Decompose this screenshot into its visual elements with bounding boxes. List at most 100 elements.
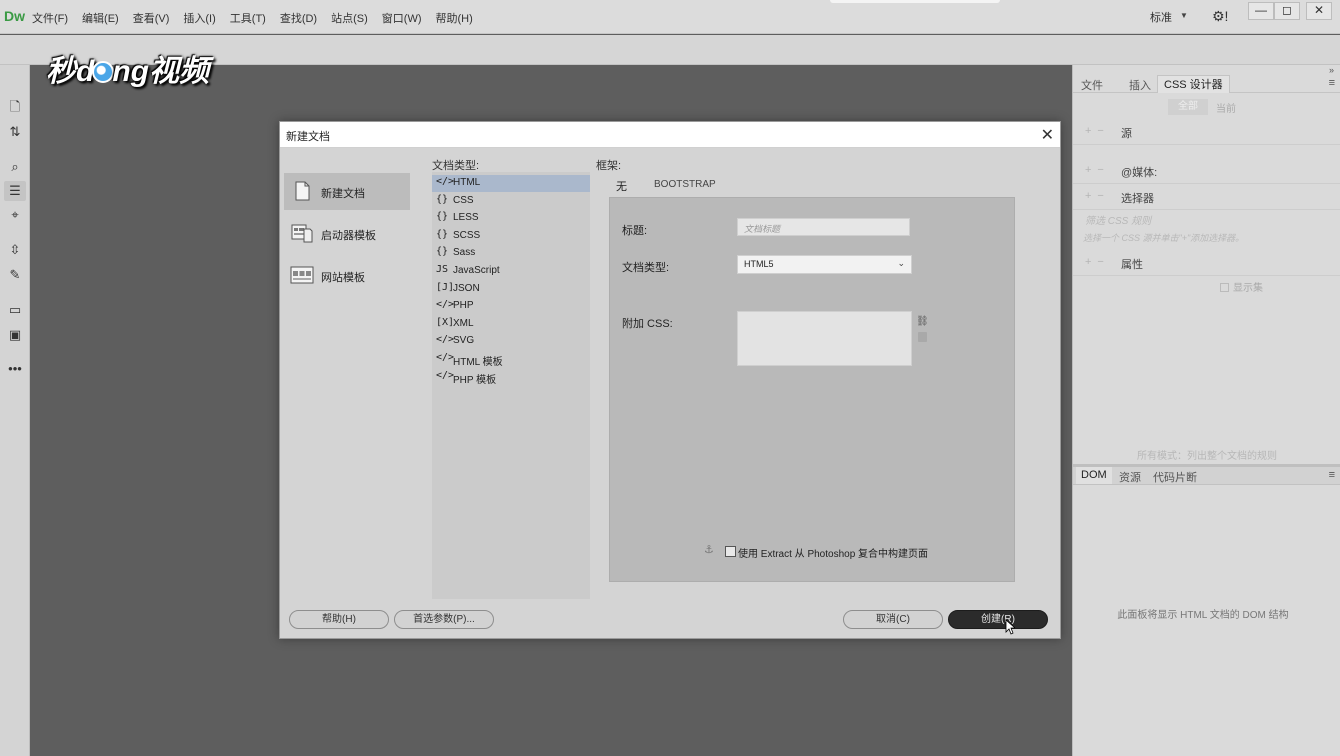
trash-icon[interactable]: [918, 332, 927, 342]
script-icon: JS: [436, 264, 449, 275]
css-mode-footer: 所有模式：列出整个文档的规则: [1137, 451, 1277, 462]
menu-site[interactable]: 站点(S): [331, 10, 368, 26]
document-icon: [295, 181, 310, 201]
collapse-panel-icon[interactable]: »: [1329, 65, 1334, 75]
doctype-list-label: 文档类型:: [432, 160, 480, 172]
menu-insert[interactable]: 插入(I): [183, 10, 215, 26]
comment-icon[interactable]: ▭: [4, 300, 26, 320]
add-remove-icon[interactable]: +−: [1085, 256, 1110, 268]
tab-framework-bootstrap[interactable]: BOOTSTRAP: [654, 179, 716, 190]
dom-empty-message: 此面板将显示 HTML 文档的 DOM 结构: [1117, 610, 1289, 621]
brush-icon[interactable]: ✎: [4, 265, 26, 285]
tab-framework-none[interactable]: 无: [616, 178, 627, 199]
preferences-button[interactable]: 首选参数(P)...: [394, 610, 494, 629]
css-sources-section: +− 源: [1073, 119, 1340, 145]
add-remove-icon[interactable]: +−: [1085, 164, 1110, 176]
tab-css-designer[interactable]: CSS 设计器: [1157, 75, 1230, 93]
workspace-switcher[interactable]: 标准: [1150, 9, 1172, 25]
extract-checkbox[interactable]: [725, 546, 736, 557]
doctype-php[interactable]: </> PHP: [432, 298, 590, 315]
cancel-button[interactable]: 取消(C): [843, 610, 943, 629]
panel-menu-icon[interactable]: ≡: [1329, 77, 1335, 89]
title-label: 标题:: [622, 225, 648, 237]
close-window-button[interactable]: ✕: [1306, 2, 1332, 20]
braces-icon: {}: [436, 229, 449, 240]
menu-find[interactable]: 查找(D): [280, 10, 317, 26]
css-properties-section: +− 属性: [1073, 250, 1340, 276]
doctype-html[interactable]: </> HTML: [432, 175, 590, 192]
more-icon[interactable]: •••: [4, 359, 26, 379]
maximize-button[interactable]: ◻: [1274, 2, 1300, 20]
top-decor: [830, 0, 1000, 3]
minimize-button[interactable]: —: [1248, 2, 1274, 20]
doctype-html-template[interactable]: </> HTML 模板: [432, 351, 590, 368]
gear-icon[interactable]: ⚙!: [1212, 8, 1228, 25]
braces-icon: {}: [436, 246, 449, 257]
category-new-document[interactable]: 新建文档: [284, 173, 410, 210]
add-remove-icon[interactable]: +−: [1085, 190, 1110, 202]
doctype-svg[interactable]: </> SVG: [432, 333, 590, 350]
doctype-xml[interactable]: [X] XML: [432, 316, 590, 333]
css-selectors-section: +− 选择器: [1073, 184, 1340, 210]
chevron-down-icon[interactable]: ▼: [1180, 11, 1188, 20]
css-all-button[interactable]: 全部: [1168, 99, 1208, 115]
menu-file[interactable]: 文件(F): [32, 10, 68, 26]
dialog-title: 新建文档: [286, 131, 330, 143]
code-icon: </>: [436, 370, 455, 381]
doctype-css[interactable]: {} CSS: [432, 193, 590, 210]
doctype-php-template[interactable]: </> PHP 模板: [432, 369, 590, 386]
code-nav-icon[interactable]: ☰: [4, 181, 26, 201]
tab-dom[interactable]: DOM: [1076, 467, 1112, 484]
doctype-json[interactable]: [J] JSON: [432, 281, 590, 298]
menu-window[interactable]: 窗口(W): [382, 10, 422, 26]
menu-edit[interactable]: 编辑(E): [82, 10, 119, 26]
link-icon[interactable]: ⛓: [916, 316, 929, 327]
tab-files[interactable]: 文件: [1081, 77, 1103, 93]
expand-icon[interactable]: ⇳: [4, 240, 26, 260]
doctype-select[interactable]: HTML5 ⌄: [737, 255, 912, 274]
tab-snippets[interactable]: 代码片断: [1153, 469, 1197, 485]
doctype-javascript[interactable]: JS JavaScript: [432, 263, 590, 280]
tab-assets[interactable]: 资源: [1119, 469, 1141, 485]
doctype-list: </> HTML {} CSS {} LESS {} SCSS {} Sass JS Jav…: [432, 172, 590, 599]
menu-tools[interactable]: 工具(T): [230, 10, 266, 26]
braces-icon: {}: [436, 211, 449, 222]
doctype-sass[interactable]: {} Sass: [432, 245, 590, 262]
category-starter-templates[interactable]: 启动器模板: [284, 215, 410, 252]
title-input[interactable]: 文档标题: [737, 218, 910, 236]
framework-panel: 标题: 文档标题 文档类型: HTML5 ⌄ 附加 CSS: ⛓ ⚓ 使用 Ex…: [609, 197, 1015, 582]
doctype-scss[interactable]: {} SCSS: [432, 228, 590, 245]
new-document-dialog: 新建文档 ✕ 新建文档 启动器模板 网站模板 文档类型: </> HTML {} C…: [279, 121, 1061, 639]
framework-label: 框架:: [596, 160, 622, 172]
code-icon: </>: [436, 334, 455, 345]
help-button[interactable]: 帮助(H): [289, 610, 389, 629]
menu-help[interactable]: 帮助(H): [436, 10, 473, 26]
css-media-section: +− @媒体:: [1073, 158, 1340, 184]
sort-icon[interactable]: ⇅: [4, 122, 26, 142]
chevron-down-icon: ⌄: [897, 258, 905, 268]
category-site-templates[interactable]: 网站模板: [284, 257, 410, 294]
file-icon[interactable]: 🗋: [4, 97, 26, 117]
create-button[interactable]: 创建(R): [948, 610, 1048, 629]
right-panel: » 文件 插入 CSS 设计器 ≡ 全部 当前 +− 源 +− @媒体: +− …: [1072, 65, 1340, 756]
tab-insert[interactable]: 插入: [1129, 77, 1151, 93]
watermark-logo: 秒d ng视频: [46, 55, 209, 88]
code-icon: </>: [436, 299, 455, 310]
doctype-field-label: 文档类型:: [622, 262, 670, 274]
target-icon[interactable]: ⌖: [4, 205, 26, 225]
dialog-titlebar: 新建文档 ✕: [280, 122, 1060, 148]
panel-menu-icon[interactable]: ≡: [1329, 469, 1335, 481]
selector-filter-input[interactable]: 筛选 CSS 规则: [1085, 212, 1151, 227]
menu-view[interactable]: 查看(V): [133, 10, 170, 26]
panel-tabs: 文件 插入 CSS 设计器 ≡: [1073, 75, 1340, 93]
inspect-icon[interactable]: ⌕: [4, 157, 26, 177]
doctype-less[interactable]: {} LESS: [432, 210, 590, 227]
braces-icon: {}: [436, 194, 449, 205]
css-current-button[interactable]: 当前: [1216, 100, 1236, 115]
close-icon[interactable]: ✕: [1041, 125, 1054, 145]
image-icon[interactable]: ▣: [4, 325, 26, 345]
site-template-icon: [290, 266, 314, 284]
add-remove-icon[interactable]: +−: [1085, 125, 1110, 137]
attach-css-list[interactable]: [737, 311, 912, 366]
show-set-checkbox[interactable]: 显示集: [1220, 279, 1263, 294]
